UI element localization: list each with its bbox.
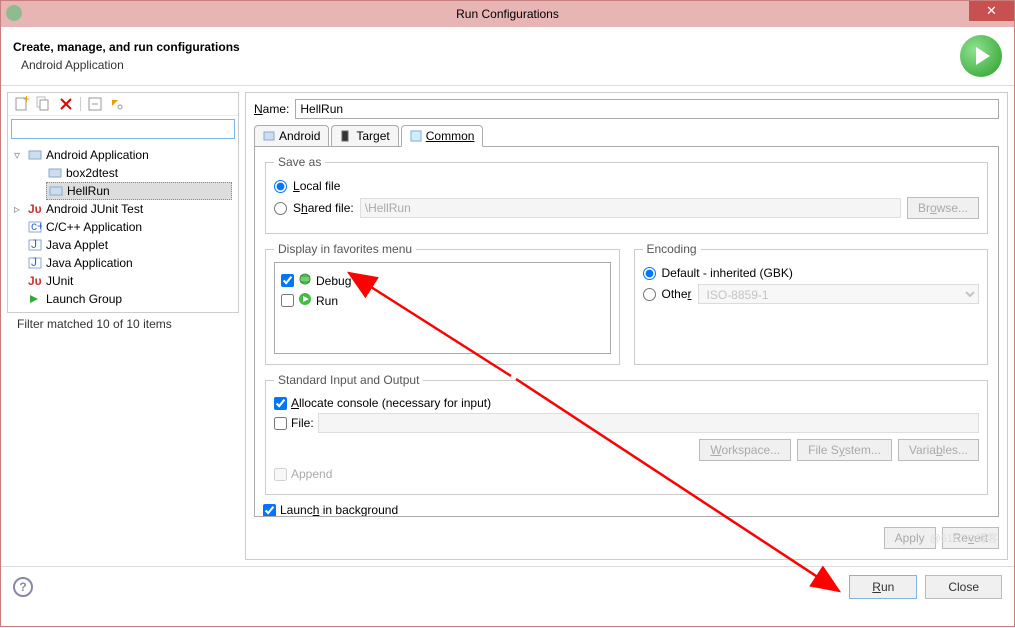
android-icon <box>28 148 42 162</box>
applet-icon: J <box>28 238 42 252</box>
allocate-console-checkbox[interactable] <box>274 397 287 410</box>
browse-button: Browse... <box>907 197 979 219</box>
encoding-default-radio[interactable] <box>643 267 656 280</box>
filter-status: Filter matched 10 of 10 items <box>7 313 239 335</box>
tree-item-box2dtest[interactable]: box2dtest <box>48 164 232 182</box>
tab-target[interactable]: Target <box>331 125 398 146</box>
tree-item-java-app[interactable]: JJava Application <box>28 254 232 272</box>
shared-file-input <box>360 198 901 218</box>
launch-background-checkbox[interactable] <box>263 504 276 517</box>
apply-button: Apply <box>884 527 936 549</box>
junit-icon: Jᴜ <box>28 202 42 216</box>
tab-common[interactable]: Common <box>401 125 484 147</box>
android-icon <box>48 166 62 180</box>
save-as-group: Save as Local file Shared file:Browse... <box>265 155 988 234</box>
config-tree[interactable]: ▿Android Application box2dtest HellRun ▹… <box>8 142 238 312</box>
java-icon: J <box>28 256 42 270</box>
tree-item-android-junit[interactable]: ▹JᴜAndroid JUnit Test <box>14 200 232 218</box>
name-input[interactable] <box>295 99 999 119</box>
delete-config-icon[interactable] <box>58 96 74 112</box>
tab-bar: Android Target Common <box>254 125 999 147</box>
watermark: @51CTO博客 <box>930 530 998 546</box>
svg-text:J: J <box>31 256 37 269</box>
tree-item-cpp[interactable]: c+C/C++ Application <box>28 218 232 236</box>
run-icon <box>298 292 312 309</box>
encoding-legend: Encoding <box>643 242 701 256</box>
svg-text:+: + <box>23 96 30 106</box>
expand-icon[interactable]: ▿ <box>14 148 24 162</box>
filesystem-button: File System... <box>797 439 892 461</box>
titlebar: Run Configurations ✕ <box>1 1 1014 27</box>
new-config-icon[interactable]: + <box>14 96 30 112</box>
tree-item-java-applet[interactable]: JJava Applet <box>28 236 232 254</box>
name-label: Name: <box>254 102 289 116</box>
svg-text:Jᴜ: Jᴜ <box>28 274 42 288</box>
favorites-group: Display in favorites menu Debug Run <box>265 242 620 365</box>
run-favorite-checkbox[interactable] <box>281 294 294 307</box>
launch-group-icon <box>28 292 42 306</box>
android-tab-icon <box>263 130 275 142</box>
cpp-icon: c+ <box>28 220 42 234</box>
run-button[interactable]: Run <box>849 575 917 599</box>
duplicate-config-icon[interactable] <box>36 96 52 112</box>
filter-icon[interactable] <box>109 96 125 112</box>
run-icon-large <box>960 35 1002 77</box>
help-icon[interactable]: ? <box>13 577 33 597</box>
dialog-header: Create, manage, and run configurations A… <box>1 27 1014 86</box>
target-tab-icon <box>340 130 352 142</box>
app-icon <box>6 5 22 21</box>
stdio-group: Standard Input and Output Allocate conso… <box>265 373 988 495</box>
workspace-button: Workspace... <box>699 439 791 461</box>
tree-item-hellrun[interactable]: HellRun <box>46 182 232 200</box>
filter-input[interactable] <box>11 119 235 139</box>
close-button[interactable]: Close <box>925 575 1002 599</box>
save-as-legend: Save as <box>274 155 325 169</box>
svg-text:c+: c+ <box>31 220 42 233</box>
android-icon <box>49 184 63 198</box>
svg-text:J: J <box>31 238 37 251</box>
file-output-input <box>318 413 979 433</box>
tree-item-android-application[interactable]: ▿Android Application <box>14 146 232 164</box>
encoding-select: ISO-8859-1 <box>698 284 979 304</box>
append-checkbox <box>274 468 287 481</box>
junit-icon: Jᴜ <box>28 274 42 288</box>
common-tab-icon <box>410 130 422 142</box>
variables-button: Variables... <box>898 439 979 461</box>
favorites-list[interactable]: Debug Run <box>274 262 611 354</box>
stdio-legend: Standard Input and Output <box>274 373 423 387</box>
tab-android[interactable]: Android <box>254 125 329 146</box>
file-output-checkbox[interactable] <box>274 417 287 430</box>
dialog-footer: ? Run Close <box>1 566 1014 607</box>
configurations-tree-pane: + ▿Android Application box2dtest HellRun… <box>7 92 239 313</box>
tree-item-junit[interactable]: JᴜJUnit <box>28 272 232 290</box>
encoding-group: Encoding Default - inherited (GBK) Other… <box>634 242 989 365</box>
local-file-radio[interactable] <box>274 180 287 193</box>
config-editor: Name: Android Target Common Save as Loca… <box>245 92 1008 560</box>
debug-favorite-checkbox[interactable] <box>281 274 294 287</box>
window-title: Run Configurations <box>456 7 559 21</box>
encoding-other-radio[interactable] <box>643 288 656 301</box>
collapse-icon[interactable] <box>87 96 103 112</box>
debug-icon <box>298 272 312 289</box>
close-window-button[interactable]: ✕ <box>969 1 1014 21</box>
expand-icon[interactable]: ▹ <box>14 202 24 216</box>
favorites-legend: Display in favorites menu <box>274 242 416 256</box>
tree-toolbar: + <box>8 93 238 116</box>
header-subtitle: Android Application <box>21 58 240 72</box>
svg-text:Jᴜ: Jᴜ <box>28 202 42 216</box>
header-title: Create, manage, and run configurations <box>13 40 240 54</box>
shared-file-radio[interactable] <box>274 202 287 215</box>
tree-item-launch-group[interactable]: Launch Group <box>28 290 232 308</box>
